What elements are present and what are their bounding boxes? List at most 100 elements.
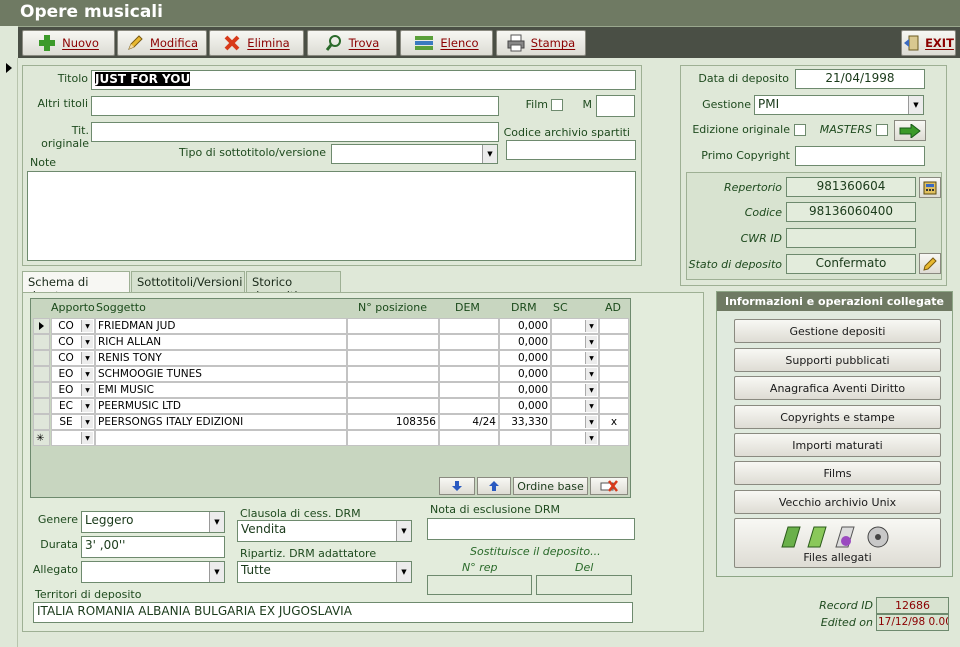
cell-posizione[interactable]: 108356 <box>347 414 439 430</box>
cell-dem[interactable] <box>439 398 499 414</box>
allegato-combo[interactable]: ▼ <box>81 561 225 583</box>
cell-posizione[interactable] <box>347 366 439 382</box>
tab-schema-di-riparto[interactable]: Schema di riparto <box>22 271 130 303</box>
cell-apporto[interactable]: CO ▼ <box>51 350 95 366</box>
cell-soggetto[interactable]: SCHMOOGIE TUNES <box>95 366 347 382</box>
nota-esclusione-field[interactable] <box>427 518 635 540</box>
row-selector[interactable] <box>33 366 50 382</box>
cell-ad[interactable] <box>599 350 629 366</box>
chevron-down-icon[interactable]: ▼ <box>482 145 497 163</box>
row-selector[interactable] <box>33 350 50 366</box>
cell-drm[interactable]: 33,330 <box>499 414 551 430</box>
cell-soggetto[interactable]: EMI MUSIC <box>95 382 347 398</box>
chevron-down-icon[interactable]: ▼ <box>209 512 224 532</box>
cell-soggetto[interactable]: PEERMUSIC LTD <box>95 398 347 414</box>
nuovo-button[interactable]: Nuovo <box>22 30 115 56</box>
trova-button[interactable]: Trova <box>307 30 397 56</box>
masters-checkbox[interactable] <box>876 124 888 136</box>
chevron-down-icon[interactable]: ▼ <box>585 368 597 380</box>
files-allegati-button[interactable]: Files allegati <box>734 518 941 568</box>
chevron-down-icon[interactable]: ▼ <box>585 336 597 348</box>
move-down-button[interactable] <box>439 477 475 495</box>
importi-maturati-button[interactable]: Importi maturati <box>734 433 941 457</box>
cell-drm[interactable]: 0,000 <box>499 366 551 382</box>
anagrafica-aventi-diritto-button[interactable]: Anagrafica Aventi Diritto <box>734 376 941 400</box>
exit-button[interactable]: EXIT <box>901 30 956 56</box>
cell-soggetto[interactable]: RENIS TONY <box>95 350 347 366</box>
cell-drm[interactable]: 0,000 <box>499 318 551 334</box>
cell-ad[interactable] <box>599 334 629 350</box>
table-row[interactable]: CO ▼ FRIEDMAN JUD 0,000 ▼ <box>31 318 629 334</box>
new-record-row[interactable]: ✳ ▼ ▼ <box>31 430 629 446</box>
stampa-button[interactable]: Stampa <box>496 30 586 56</box>
cell-sc[interactable]: ▼ <box>551 334 599 350</box>
row-selector[interactable] <box>33 334 50 350</box>
cell-ad[interactable] <box>599 318 629 334</box>
gestione-combo[interactable]: PMI ▼ <box>754 95 924 115</box>
stato-edit-button[interactable] <box>919 253 941 274</box>
tit-originale-field[interactable] <box>91 122 499 142</box>
chevron-down-icon[interactable]: ▼ <box>908 96 923 114</box>
cell-apporto[interactable]: SE ▼ <box>51 414 95 430</box>
row-selector[interactable] <box>33 414 50 430</box>
cell-ad[interactable] <box>599 382 629 398</box>
cell-apporto[interactable]: CO ▼ <box>51 334 95 350</box>
cell-apporto[interactable]: EC ▼ <box>51 398 95 414</box>
cell-soggetto[interactable]: PEERSONGS ITALY EDIZIONI <box>95 414 347 430</box>
table-row[interactable]: SE ▼ PEERSONGS ITALY EDIZIONI 108356 4/24 33,… <box>31 414 629 430</box>
chevron-down-icon[interactable]: ▼ <box>81 336 93 348</box>
cell-drm[interactable] <box>499 430 551 446</box>
chevron-down-icon[interactable]: ▼ <box>209 562 224 582</box>
vecchio-archivio-unix-button[interactable]: Vecchio archivio Unix <box>734 490 941 514</box>
chevron-down-icon[interactable]: ▼ <box>81 352 93 364</box>
films-button[interactable]: Films <box>734 461 941 485</box>
cell-dem[interactable] <box>439 430 499 446</box>
durata-field[interactable]: 3' ,00'' <box>81 536 225 558</box>
altri-titoli-field[interactable] <box>91 96 499 116</box>
cell-posizione[interactable] <box>347 398 439 414</box>
cell-dem[interactable] <box>439 350 499 366</box>
m-field[interactable] <box>596 95 635 117</box>
cell-ad[interactable] <box>599 366 629 382</box>
table-row[interactable]: EO ▼ SCHMOOGIE TUNES 0,000 ▼ <box>31 366 629 382</box>
table-row[interactable]: EO ▼ EMI MUSIC 0,000 ▼ <box>31 382 629 398</box>
tipo-sottotitolo-combo[interactable]: ▼ <box>331 144 498 164</box>
cell-dem[interactable] <box>439 366 499 382</box>
ordine-base-button[interactable]: Ordine base <box>513 477 588 495</box>
chevron-down-icon[interactable]: ▼ <box>585 384 597 396</box>
cell-apporto[interactable]: ▼ <box>51 430 95 446</box>
cell-posizione[interactable] <box>347 382 439 398</box>
copyrights-stampe-button[interactable]: Copyrights e stampe <box>734 405 941 429</box>
cell-drm[interactable]: 0,000 <box>499 382 551 398</box>
row-selector[interactable] <box>33 398 50 414</box>
cell-ad[interactable] <box>599 398 629 414</box>
cell-sc[interactable]: ▼ <box>551 366 599 382</box>
gestione-depositi-button[interactable]: Gestione depositi <box>734 319 941 343</box>
chevron-down-icon[interactable]: ▼ <box>81 384 93 396</box>
chevron-down-icon[interactable]: ▼ <box>81 416 93 428</box>
data-deposito-field[interactable]: 21/04/1998 <box>795 69 925 89</box>
cell-posizione[interactable] <box>347 350 439 366</box>
masters-go-button[interactable] <box>894 120 926 141</box>
cell-dem[interactable] <box>439 382 499 398</box>
cell-drm[interactable]: 0,000 <box>499 350 551 366</box>
cell-sc[interactable]: ▼ <box>551 350 599 366</box>
row-selector[interactable] <box>33 382 50 398</box>
cell-sc[interactable]: ▼ <box>551 318 599 334</box>
chevron-down-icon[interactable]: ▼ <box>81 320 93 332</box>
cell-drm[interactable]: 0,000 <box>499 398 551 414</box>
table-row[interactable]: EC ▼ PEERMUSIC LTD 0,000 ▼ <box>31 398 629 414</box>
cell-dem[interactable]: 4/24 <box>439 414 499 430</box>
chevron-down-icon[interactable]: ▼ <box>81 400 93 412</box>
row-selector[interactable] <box>33 318 50 334</box>
cell-dem[interactable] <box>439 334 499 350</box>
supporti-pubblicati-button[interactable]: Supporti pubblicati <box>734 348 941 372</box>
tab-storico-depositi[interactable]: Storico depositi <box>246 271 341 303</box>
cell-dem[interactable] <box>439 318 499 334</box>
chevron-down-icon[interactable]: ▼ <box>585 416 597 428</box>
clausola-combo[interactable]: Vendita ▼ <box>237 520 412 542</box>
cell-sc[interactable]: ▼ <box>551 414 599 430</box>
cell-posizione[interactable] <box>347 334 439 350</box>
row-selector[interactable]: ✳ <box>33 430 50 446</box>
cell-apporto[interactable]: CO ▼ <box>51 318 95 334</box>
